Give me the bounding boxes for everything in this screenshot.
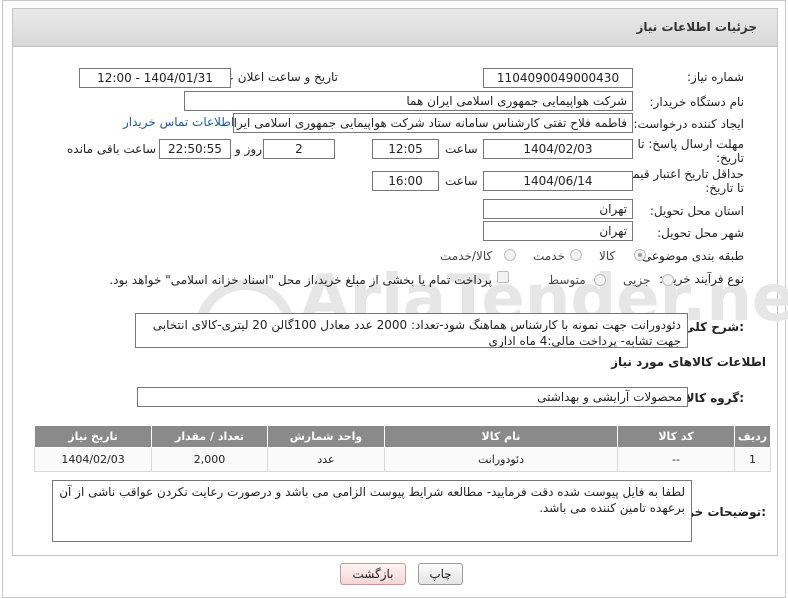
buyer-notes-textarea: لطفا به فایل پیوست شده دقت فرمایید- مطال… xyxy=(52,480,692,542)
need-number-label: شماره نیاز: xyxy=(687,70,744,84)
remaining-time-label: ساعت باقی مانده xyxy=(67,142,157,156)
category-option-goods: کالا xyxy=(599,249,616,263)
province-label: استان محل تحویل: xyxy=(649,204,744,218)
buyer-org-field: شرکت هواپیمایی جمهوری اسلامی ایران هما xyxy=(184,91,633,111)
goods-section-title: اطلاعات کالاهای مورد نیاز xyxy=(611,355,766,369)
announce-date-field: 1404/01/31 - 12:00 xyxy=(79,68,231,88)
need-number-field: 1104090049000430 xyxy=(483,68,633,88)
category-radio-service[interactable] xyxy=(570,249,582,261)
process-radio-medium[interactable] xyxy=(594,274,606,286)
back-button[interactable]: بازگشت xyxy=(340,563,406,585)
min-valid-label-date: تا تاریخ: xyxy=(705,181,744,195)
print-button[interactable]: چاپ xyxy=(418,563,463,585)
description-textarea: دئودورانت جهت نمونه با کارشناس هماهنگ شو… xyxy=(135,313,688,348)
city-field: تهران xyxy=(483,221,633,241)
category-option-service: خدمت xyxy=(533,249,565,263)
table-row: 1 -- دئودورانت عدد 2,000 1404/02/03 xyxy=(33,447,771,472)
province-field: تهران xyxy=(483,199,633,219)
deadline-time-label: ساعت xyxy=(445,142,478,156)
treasury-payment-note: پرداخت تمام یا بخشی از مبلغ خرید،از محل … xyxy=(109,273,492,287)
deadline-label-date: تاریخ: xyxy=(716,151,744,165)
cell-need-date: 1404/02/03 xyxy=(33,447,153,472)
process-option-minor: جزیی xyxy=(623,273,651,287)
col-need-date: تاریخ نیاز xyxy=(33,425,153,448)
process-option-medium: متوسط xyxy=(548,273,586,287)
cell-name: دئودورانت xyxy=(384,447,618,472)
days-field: 2 xyxy=(263,139,335,159)
category-radio-goods[interactable] xyxy=(634,249,646,261)
city-label: شهر محل تحویل: xyxy=(657,226,744,240)
remaining-time-field: 22:50:55 xyxy=(159,139,231,159)
creator-label: ایجاد کننده درخواست: xyxy=(633,117,744,131)
col-quantity: تعداد / مقدار xyxy=(151,425,268,448)
min-valid-label: حداقل تاریخ اعتبار قیمت: xyxy=(617,167,744,181)
category-radio-goods-service[interactable] xyxy=(504,249,516,261)
category-option-goods-service: کالا/خدمت xyxy=(440,249,493,263)
buyer-org-label: نام دستگاه خریدار: xyxy=(649,95,745,109)
cell-row: 1 xyxy=(734,447,771,472)
panel-title: جزئیات اطلاعات نیاز xyxy=(636,20,757,34)
days-label: روز و xyxy=(235,142,262,156)
panel-header: جزئیات اطلاعات نیاز xyxy=(13,9,777,47)
goods-table: ردیف کد کالا نام کالا واحد شمارش تعداد /… xyxy=(33,425,771,472)
col-name: نام کالا xyxy=(384,425,618,448)
min-valid-date-field: 1404/06/14 xyxy=(483,171,633,191)
deadline-date-field: 1404/02/03 xyxy=(483,139,633,159)
deadline-time-field: 12:05 xyxy=(372,139,439,159)
buyer-contact-link[interactable]: اطلاعات تماس خریدار xyxy=(123,115,234,129)
goods-group-label: گروه کالا: xyxy=(685,391,744,405)
creator-field: فاطمه فلاح تفتی کارشناس سامانه ستاد شرکت… xyxy=(233,113,633,133)
cell-quantity: 2,000 xyxy=(151,447,268,472)
goods-table-header: ردیف کد کالا نام کالا واحد شمارش تعداد /… xyxy=(33,425,771,448)
goods-group-field: محصولات آرایشی و بهداشتی xyxy=(137,387,688,407)
col-row: ردیف xyxy=(734,425,771,448)
min-valid-time-label: ساعت xyxy=(445,174,478,188)
col-code: کد کالا xyxy=(616,425,736,448)
deadline-label: مهلت ارسال پاسخ: تا xyxy=(637,137,744,151)
cell-code: -- xyxy=(616,447,736,472)
col-unit: واحد شمارش xyxy=(266,425,386,448)
cell-unit: عدد xyxy=(266,447,386,472)
treasury-payment-checkbox[interactable] xyxy=(497,271,509,283)
category-label: طبقه بندی موضوعی: xyxy=(637,249,744,263)
process-radio-minor[interactable] xyxy=(662,274,674,286)
min-valid-time-field: 16:00 xyxy=(372,171,439,191)
